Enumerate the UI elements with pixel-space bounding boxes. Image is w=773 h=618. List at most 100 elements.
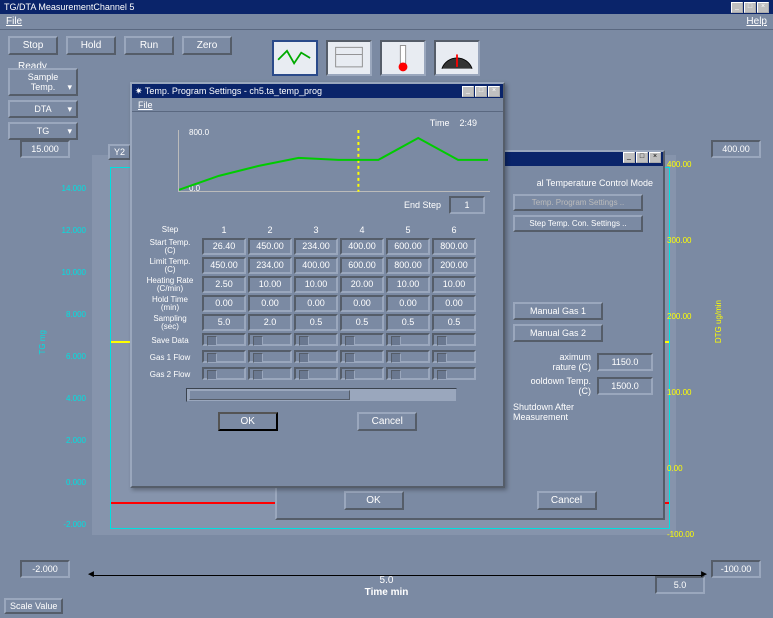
limit-temp-4[interactable]: 600.00: [340, 257, 384, 274]
gas2-flow-5[interactable]: [386, 367, 430, 380]
thumbnail-program[interactable]: [326, 40, 372, 76]
gas2-flow-2[interactable]: [248, 367, 292, 380]
end-step-input[interactable]: 1: [449, 196, 485, 214]
max-temp-input[interactable]: 1150.0: [597, 353, 653, 371]
sampling-6[interactable]: 0.5: [432, 314, 476, 331]
thumbnail-thermometer[interactable]: [380, 40, 426, 76]
dialog-maximize-button[interactable]: □: [475, 86, 487, 97]
limit-temp-1[interactable]: 450.00: [202, 257, 246, 274]
scale-value-button[interactable]: Scale Value: [4, 598, 63, 614]
grid-scrollbar[interactable]: [186, 388, 457, 402]
y2-button[interactable]: Y2: [108, 144, 131, 160]
time-value: 2:49: [459, 118, 477, 128]
y-left-max-box[interactable]: 15.000: [20, 140, 70, 158]
start-temp-3[interactable]: 234.00: [294, 238, 338, 255]
gas1-flow-2[interactable]: [248, 350, 292, 363]
sample-temp-dropdown[interactable]: Sample Temp.: [8, 68, 78, 96]
start-temp-5[interactable]: 600.00: [386, 238, 430, 255]
main-menubar: File Help: [0, 14, 773, 30]
save-data-2[interactable]: [248, 333, 292, 346]
dialog-close-button[interactable]: ×: [488, 86, 500, 97]
y-left-label: TG mg: [38, 330, 47, 354]
gas2-flow-1[interactable]: [202, 367, 246, 380]
gas1-flow-3[interactable]: [294, 350, 338, 363]
step-header: Step: [140, 224, 200, 236]
heat-rate-1[interactable]: 2.50: [202, 276, 246, 293]
dialog-ok-button[interactable]: OK: [218, 412, 278, 431]
limit-temp-5[interactable]: 800.00: [386, 257, 430, 274]
cooldown-temp-input[interactable]: 1500.0: [597, 377, 653, 395]
maximize-button[interactable]: □: [744, 2, 756, 13]
limit-temp-6[interactable]: 200.00: [432, 257, 476, 274]
limit-temp-3[interactable]: 400.00: [294, 257, 338, 274]
dialog-cancel-button[interactable]: Cancel: [357, 412, 417, 431]
x-axis-arrow: [92, 575, 703, 576]
limit-temp-2[interactable]: 234.00: [248, 257, 292, 274]
sampling-1[interactable]: 5.0: [202, 314, 246, 331]
hold-time-5[interactable]: 0.00: [386, 295, 430, 312]
outer-ok-button[interactable]: OK: [344, 491, 404, 510]
hold-time-4[interactable]: 0.00: [340, 295, 384, 312]
sampling-5[interactable]: 0.5: [386, 314, 430, 331]
manual-gas-2-button[interactable]: Manual Gas 2: [513, 324, 603, 342]
dialog-file-menu[interactable]: File: [138, 100, 153, 110]
heat-rate-2[interactable]: 10.00: [248, 276, 292, 293]
main-title: TG/DTA MeasurementChannel 5: [4, 2, 134, 12]
save-data-1[interactable]: [202, 333, 246, 346]
outer-minimize-button[interactable]: _: [623, 152, 635, 163]
y-right-min-box[interactable]: -100.00: [711, 560, 761, 578]
hold-time-1[interactable]: 0.00: [202, 295, 246, 312]
heat-rate-5[interactable]: 10.00: [386, 276, 430, 293]
start-temp-1[interactable]: 26.40: [202, 238, 246, 255]
hold-time-2[interactable]: 0.00: [248, 295, 292, 312]
gas1-flow-1[interactable]: [202, 350, 246, 363]
outer-cancel-button[interactable]: Cancel: [537, 491, 597, 510]
run-button[interactable]: Run: [124, 36, 174, 55]
minimize-button[interactable]: _: [731, 2, 743, 13]
heat-rate-6[interactable]: 10.00: [432, 276, 476, 293]
dta-dropdown[interactable]: DTA: [8, 100, 78, 118]
sampling-4[interactable]: 0.5: [340, 314, 384, 331]
dialog-titlebar[interactable]: ✷ Temp. Program Settings - ch5.ta_temp_p…: [132, 84, 503, 98]
close-button[interactable]: ×: [757, 2, 769, 13]
thumbnail-gauge[interactable]: [434, 40, 480, 76]
zero-button[interactable]: Zero: [182, 36, 232, 55]
gas1-flow-6[interactable]: [432, 350, 476, 363]
outer-maximize-button[interactable]: □: [636, 152, 648, 163]
outer-close-button[interactable]: ×: [649, 152, 661, 163]
save-data-5[interactable]: [386, 333, 430, 346]
sampling-3[interactable]: 0.5: [294, 314, 338, 331]
gas2-flow-6[interactable]: [432, 367, 476, 380]
hold-time-6[interactable]: 0.00: [432, 295, 476, 312]
help-menu[interactable]: Help: [746, 16, 767, 27]
start-temp-6[interactable]: 800.00: [432, 238, 476, 255]
step-temp-settings-button[interactable]: Step Temp. Con. Settings ..: [513, 215, 643, 232]
stop-button[interactable]: Stop: [8, 36, 58, 55]
x-axis-mid-value: 5.0: [380, 575, 394, 586]
save-data-6[interactable]: [432, 333, 476, 346]
tg-dropdown[interactable]: TG: [8, 122, 78, 140]
gas2-flow-4[interactable]: [340, 367, 384, 380]
heat-rate-4[interactable]: 20.00: [340, 276, 384, 293]
gas1-flow-5[interactable]: [386, 350, 430, 363]
gas2-flow-3[interactable]: [294, 367, 338, 380]
dialog-app-icon: ✷: [135, 86, 143, 96]
x-min-box[interactable]: -2.000: [20, 560, 70, 578]
save-data-4[interactable]: [340, 333, 384, 346]
heat-rate-3[interactable]: 10.00: [294, 276, 338, 293]
file-menu[interactable]: File: [6, 16, 22, 27]
hold-time-3[interactable]: 0.00: [294, 295, 338, 312]
temp-prog-settings-button[interactable]: Temp. Program Settings ..: [513, 194, 643, 211]
y-right-max-box[interactable]: 400.00: [711, 140, 761, 158]
sampling-2[interactable]: 2.0: [248, 314, 292, 331]
thumbnail-graph[interactable]: [272, 40, 318, 76]
save-data-3[interactable]: [294, 333, 338, 346]
hold-button[interactable]: Hold: [66, 36, 116, 55]
row-gas1-flow: Gas 1 Flow: [140, 350, 476, 365]
gas1-flow-4[interactable]: [340, 350, 384, 363]
x-max-box[interactable]: 5.0: [655, 576, 705, 594]
start-temp-4[interactable]: 400.00: [340, 238, 384, 255]
manual-gas-1-button[interactable]: Manual Gas 1: [513, 302, 603, 320]
dialog-minimize-button[interactable]: _: [462, 86, 474, 97]
start-temp-2[interactable]: 450.00: [248, 238, 292, 255]
